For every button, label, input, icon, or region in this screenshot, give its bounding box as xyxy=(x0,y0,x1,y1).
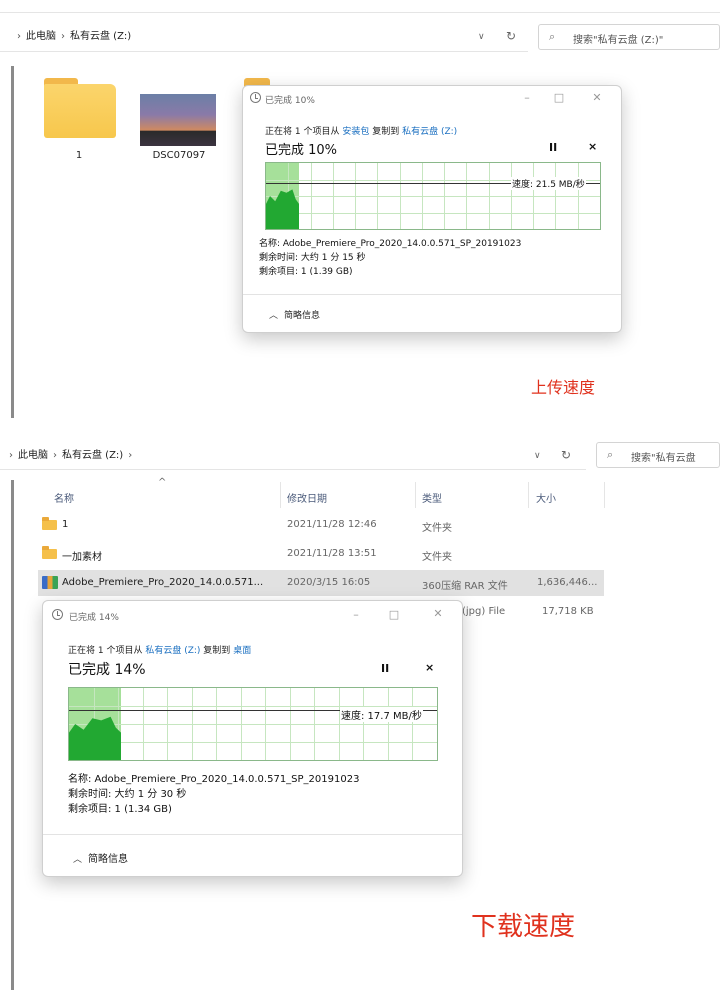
chevron-down-icon[interactable]: ∨ xyxy=(534,449,541,463)
speed-graph xyxy=(68,687,438,761)
pause-icon[interactable]: II xyxy=(549,141,557,154)
destination-link[interactable]: 桌面 xyxy=(233,646,251,656)
speed-label: 速度: 21.5 MB/秒 xyxy=(511,177,586,190)
navigation-pane-scrollbar[interactable] xyxy=(11,480,14,990)
column-header-size[interactable]: 大小 xyxy=(536,490,556,505)
image-label[interactable]: DSC07097 xyxy=(134,150,224,161)
breadcrumb-this-pc[interactable]: 此电脑 xyxy=(18,450,48,461)
navigation-pane-scrollbar[interactable] xyxy=(11,66,14,418)
dialog-divider xyxy=(243,294,621,295)
upload-copy-dialog: 已完成 10% – □ ✕ 正在将 1 个项目从 安装包 复制到 私有云盘 (Z… xyxy=(242,85,622,333)
breadcrumb-private-cloud[interactable]: 私有云盘 (Z:) xyxy=(70,31,131,42)
dialog-divider xyxy=(43,834,462,835)
items-remaining: 剩余项目: 1 (1.34 GB) xyxy=(68,804,172,815)
close-icon[interactable]: ✕ xyxy=(587,91,607,104)
speed-label: 速度: 17.7 MB/秒 xyxy=(340,707,423,722)
less-details-button[interactable]: ︿ 简略信息 xyxy=(269,308,320,321)
download-copy-dialog: 已完成 14% – □ ✕ 正在将 1 个项目从 私有云盘 (Z:) 复制到 桌… xyxy=(42,600,463,877)
breadcrumb: › 此电脑 › 私有云盘 (Z:) › xyxy=(9,450,133,461)
copy-description: 正在将 1 个项目从 安装包 复制到 私有云盘 (Z:) xyxy=(265,127,458,137)
dialog-title: 已完成 14% xyxy=(69,613,119,623)
progress-label: 已完成 14% xyxy=(68,662,146,678)
less-details-button[interactable]: ︿ 简略信息 xyxy=(73,850,128,865)
speed-graph-svg xyxy=(69,688,437,760)
search-icon: ⌕ xyxy=(607,448,614,461)
breadcrumb-this-pc[interactable]: 此电脑 xyxy=(26,31,56,42)
table-row[interactable]: 一加素材 2021/11/28 13:51 文件夹 xyxy=(38,541,604,567)
chevron-up-icon: ︿ xyxy=(73,855,83,865)
cancel-icon[interactable]: × xyxy=(588,140,597,153)
address-bar[interactable]: › 此电脑 › 私有云盘 (Z:) › ∨ ↻ xyxy=(0,440,586,470)
table-row-selected[interactable]: Adobe_Premiere_Pro_2020_14.0.0.571... 20… xyxy=(38,570,604,596)
minimize-icon[interactable]: – xyxy=(346,608,366,621)
search-icon: ⌕ xyxy=(549,30,556,43)
address-bar[interactable]: › 此电脑 › 私有云盘 (Z:) ∨ ↻ xyxy=(0,22,528,52)
file-name: 名称: Adobe_Premiere_Pro_2020_14.0.0.571_S… xyxy=(259,239,522,249)
table-row[interactable]: 1 2021/11/28 12:46 文件夹 xyxy=(38,512,604,538)
time-remaining: 剩余时间: 大约 1 分 30 秒 xyxy=(68,789,187,800)
column-header-name[interactable]: 名称 xyxy=(54,490,74,505)
cancel-icon[interactable]: × xyxy=(425,661,434,674)
search-placeholder: 搜索"私有云盘 (Z:)" xyxy=(573,35,664,46)
breadcrumb: › 此电脑 › 私有云盘 (Z:) xyxy=(17,31,132,42)
upload-screenshot: › 此电脑 › 私有云盘 (Z:) ∨ ↻ ⌕ 搜索"私有云盘 (Z:)" 1 DSC… xyxy=(0,0,720,425)
search-placeholder: 搜索"私有云盘 xyxy=(631,453,696,464)
time-remaining: 剩余时间: 大约 1 分 15 秒 xyxy=(259,253,366,263)
download-screenshot: › 此电脑 › 私有云盘 (Z:) › ∨ ↻ ⌕ 搜索"私有云盘 ^ 名称 修改日期 … xyxy=(0,432,720,990)
folder-icon xyxy=(42,546,57,559)
close-icon[interactable]: ✕ xyxy=(428,607,448,620)
clock-icon xyxy=(250,92,261,103)
minimize-icon[interactable]: – xyxy=(517,91,537,104)
speed-graph-svg xyxy=(266,163,600,229)
file-name: 名称: Adobe_Premiere_Pro_2020_14.0.0.571_S… xyxy=(68,774,360,785)
chevron-up-icon: ︿ xyxy=(269,311,279,321)
dialog-titlebar[interactable]: 已完成 10% – □ ✕ xyxy=(243,86,621,112)
speed-graph xyxy=(265,162,601,230)
image-thumbnail-icon[interactable] xyxy=(140,94,216,146)
download-annotation: 下载速度 xyxy=(471,912,576,942)
toolbar-divider xyxy=(0,12,720,13)
source-link[interactable]: 安装包 xyxy=(342,127,369,137)
upload-annotation: 上传速度 xyxy=(531,378,596,397)
dialog-title: 已完成 10% xyxy=(265,96,315,106)
maximize-icon: □ xyxy=(553,91,565,104)
maximize-icon: □ xyxy=(388,608,400,621)
search-input[interactable]: ⌕ 搜索"私有云盘 xyxy=(596,442,720,468)
folder-label[interactable]: 1 xyxy=(34,150,124,161)
dialog-titlebar[interactable]: 已完成 14% – □ ✕ xyxy=(43,601,462,627)
copy-description: 正在将 1 个项目从 私有云盘 (Z:) 复制到 桌面 xyxy=(68,646,252,656)
refresh-icon[interactable]: ↻ xyxy=(561,448,571,462)
progress-label: 已完成 10% xyxy=(265,143,338,158)
destination-link[interactable]: 私有云盘 (Z:) xyxy=(402,127,457,137)
column-header-date[interactable]: 修改日期 xyxy=(287,490,327,505)
source-link[interactable]: 私有云盘 (Z:) xyxy=(145,646,200,656)
rar-archive-icon xyxy=(42,576,58,589)
column-header-type[interactable]: 类型 xyxy=(422,490,442,505)
chevron-down-icon[interactable]: ∨ xyxy=(478,30,485,44)
items-remaining: 剩余项目: 1 (1.39 GB) xyxy=(259,267,353,277)
pause-icon[interactable]: II xyxy=(381,662,389,675)
refresh-icon[interactable]: ↻ xyxy=(506,29,516,43)
breadcrumb-private-cloud[interactable]: 私有云盘 (Z:) xyxy=(62,450,123,461)
search-input[interactable]: ⌕ 搜索"私有云盘 (Z:)" xyxy=(538,24,720,50)
sort-up-icon: ^ xyxy=(158,477,167,488)
clock-icon xyxy=(52,609,63,620)
folder-icon xyxy=(42,517,57,530)
